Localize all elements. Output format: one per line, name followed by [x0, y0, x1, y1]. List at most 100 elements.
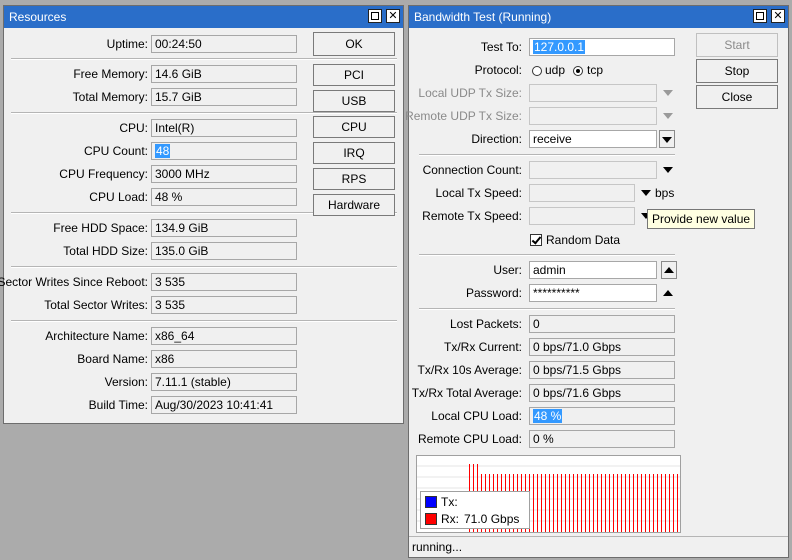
- lost-packets-field: 0: [529, 315, 675, 333]
- remote-udp-size-label: Remote UDP Tx Size:: [405, 109, 522, 123]
- cpu-load-label: CPU Load:: [89, 190, 148, 204]
- build-time-label: Build Time:: [88, 398, 148, 412]
- rx-bar: [593, 474, 594, 532]
- rx-legend-value: 71.0 Gbps: [464, 512, 520, 526]
- local-tx-dropdown-icon[interactable]: [641, 190, 651, 196]
- tx-legend-label: Tx:: [441, 495, 458, 509]
- local-tx-speed-label: Local Tx Speed:: [435, 186, 522, 200]
- txrx-10s-average-label: Tx/Rx 10s Average:: [417, 363, 523, 377]
- rx-bar: [577, 474, 578, 532]
- user-toggle-button[interactable]: [661, 261, 677, 279]
- random-data-checkbox[interactable]: [530, 234, 542, 246]
- close-icon[interactable]: ✕: [386, 9, 400, 23]
- hardware-button[interactable]: Hardware: [313, 194, 395, 216]
- local-udp-size-label: Local UDP Tx Size:: [418, 86, 522, 100]
- remote-udp-dropdown-icon[interactable]: [663, 113, 673, 119]
- cpu-label: CPU:: [119, 121, 148, 135]
- txrx-total-average-label: Tx/Rx Total Average:: [411, 386, 522, 400]
- tooltip: Provide new value: [647, 209, 756, 229]
- rx-bar: [665, 474, 666, 532]
- password-toggle-icon[interactable]: [663, 290, 673, 296]
- free-hdd-field: 134.9 GiB: [151, 219, 297, 237]
- maximize-icon[interactable]: [753, 9, 767, 23]
- rx-bar: [597, 474, 598, 532]
- txrx-10s-average-field: 0 bps/71.5 Gbps: [529, 361, 675, 379]
- total-memory-field: 15.7 GiB: [151, 88, 297, 106]
- close-button[interactable]: Close: [696, 85, 778, 109]
- test-to-input[interactable]: 127.0.0.1: [529, 38, 675, 56]
- free-memory-label: Free Memory:: [73, 67, 148, 81]
- local-cpu-load-field[interactable]: 48 %: [529, 407, 675, 425]
- rx-bar: [673, 474, 674, 532]
- local-udp-size-input[interactable]: [529, 84, 657, 102]
- tcp-label: tcp: [587, 63, 604, 77]
- status-bar: running...: [409, 536, 788, 557]
- uptime-field: 00:24:50: [151, 35, 297, 53]
- cpu-button[interactable]: CPU: [313, 116, 395, 138]
- rx-bar: [569, 474, 570, 532]
- remote-udp-size-input[interactable]: [529, 107, 657, 125]
- start-button[interactable]: Start: [696, 33, 778, 57]
- rx-color-swatch: [425, 513, 437, 525]
- rx-bar: [541, 474, 542, 532]
- uptime-label: Uptime:: [106, 37, 148, 51]
- rx-bar: [637, 474, 638, 532]
- rx-bar: [613, 474, 614, 532]
- tcp-radio[interactable]: [573, 66, 583, 76]
- password-label: Password:: [465, 286, 522, 300]
- close-icon[interactable]: ✕: [771, 9, 785, 23]
- local-tx-speed-input[interactable]: [529, 184, 635, 202]
- rx-bar: [557, 474, 558, 532]
- password-input[interactable]: **********: [529, 284, 657, 302]
- txrx-total-average-field: 0 bps/71.6 Gbps: [529, 384, 675, 402]
- cpu-count-label: CPU Count:: [83, 144, 148, 158]
- rx-bar: [561, 474, 562, 532]
- connection-count-dropdown-icon[interactable]: [663, 167, 673, 173]
- direction-select[interactable]: receive: [529, 130, 657, 148]
- direction-dropdown-button[interactable]: [659, 130, 675, 148]
- connection-count-input[interactable]: [529, 161, 657, 179]
- total-sector-writes-field: 3 535: [151, 296, 297, 314]
- rx-bar: [625, 474, 626, 532]
- test-to-label: Test To:: [480, 40, 522, 54]
- resources-titlebar[interactable]: Resources ✕: [4, 6, 403, 28]
- total-sector-writes-label: Total Sector Writes:: [44, 298, 148, 312]
- udp-radio[interactable]: [532, 66, 542, 76]
- user-input[interactable]: admin: [529, 261, 657, 279]
- protocol-label: Protocol:: [474, 63, 522, 77]
- chevron-down-icon: [662, 137, 672, 143]
- rps-button[interactable]: RPS: [313, 168, 395, 190]
- rx-bar: [617, 474, 618, 532]
- stop-button[interactable]: Stop: [696, 59, 778, 83]
- rx-bar: [549, 474, 550, 532]
- cpu-count-field[interactable]: 48: [151, 142, 297, 160]
- direction-label: Direction:: [471, 132, 522, 146]
- irq-button[interactable]: IRQ: [313, 142, 395, 164]
- rx-bar: [649, 474, 650, 532]
- cpu-load-field: 48 %: [151, 188, 297, 206]
- status-text: running...: [412, 540, 463, 554]
- rx-bar: [545, 474, 546, 532]
- remote-cpu-load-label: Remote CPU Load:: [417, 432, 522, 446]
- connection-count-label: Connection Count:: [422, 163, 522, 177]
- maximize-icon[interactable]: [368, 9, 382, 23]
- board-name-label: Board Name:: [77, 352, 148, 366]
- cpu-frequency-label: CPU Frequency:: [59, 167, 148, 181]
- remote-tx-speed-input[interactable]: [529, 207, 635, 225]
- ok-button[interactable]: OK: [313, 32, 395, 56]
- usb-button[interactable]: USB: [313, 90, 395, 112]
- pci-button[interactable]: PCI: [313, 64, 395, 86]
- rx-bar: [677, 474, 678, 532]
- rx-bar: [621, 474, 622, 532]
- board-name-field: x86: [151, 350, 297, 368]
- test-to-value: 127.0.0.1: [533, 40, 586, 54]
- version-field: 7.11.1 (stable): [151, 373, 297, 391]
- rx-bar: [609, 474, 610, 532]
- bandwidth-test-window: Bandwidth Test (Running) ✕ Test To: 127.…: [405, 5, 789, 558]
- cpu-field: Intel(R): [151, 119, 297, 137]
- rx-bar: [641, 474, 642, 532]
- rx-bar: [553, 474, 554, 532]
- local-udp-dropdown-icon[interactable]: [663, 90, 673, 96]
- bandwidth-titlebar[interactable]: Bandwidth Test (Running) ✕: [409, 6, 788, 28]
- sector-writes-label: Sector Writes Since Reboot:: [0, 275, 148, 289]
